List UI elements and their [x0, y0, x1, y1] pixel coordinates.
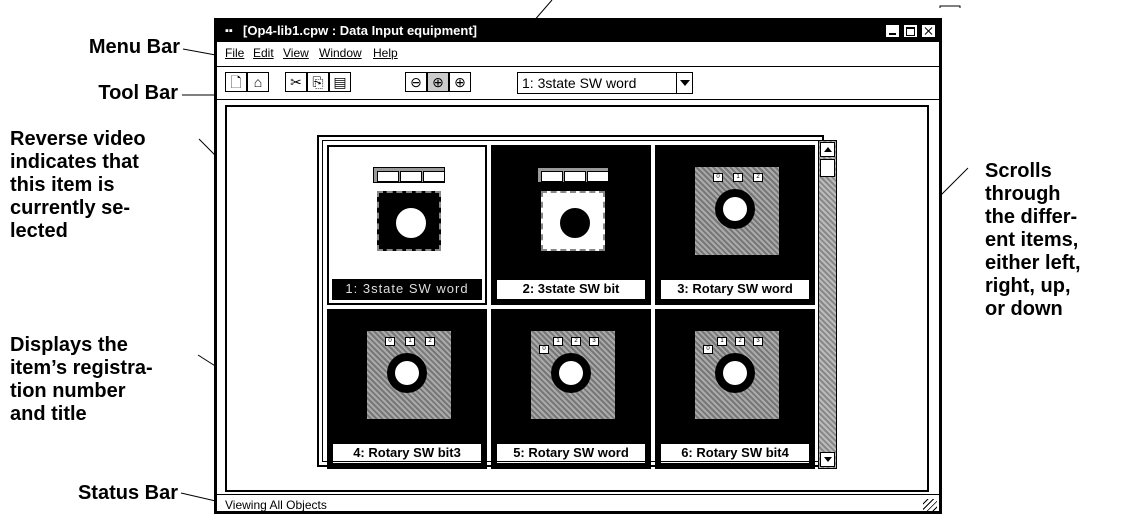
menu-edit[interactable]: Edit	[253, 46, 274, 60]
three-state-switch-icon	[537, 167, 609, 257]
menu-file[interactable]: File	[225, 46, 244, 60]
scroll-up-button[interactable]	[820, 142, 835, 157]
annotation-status-bar: Status Bar	[77, 482, 178, 504]
status-bar: Viewing All Objects	[217, 494, 939, 515]
menu-help[interactable]: Help	[373, 46, 398, 60]
vertical-scrollbar[interactable]	[818, 140, 837, 469]
chevron-down-icon[interactable]	[676, 73, 692, 93]
open-folder-icon[interactable]: ⌂	[247, 72, 269, 92]
three-state-switch-icon	[373, 167, 445, 257]
paste-icon[interactable]: ▤	[329, 72, 351, 92]
app-icon[interactable]: ▪▪	[225, 25, 233, 37]
annotation-displays-title: Displays the item’s registra- tion numbe…	[10, 334, 153, 425]
app-window: ▪▪ [Op4-lib1.cpw : Data Input equipment]…	[214, 18, 942, 514]
item-grid: 1: 3state SW word 2: 3state SW bit 012 3…	[317, 135, 837, 469]
new-file-icon[interactable]: 🗋	[225, 72, 247, 92]
cut-icon[interactable]: ✂	[285, 72, 307, 92]
annotation-tool-bar: Tool Bar	[98, 82, 178, 104]
annotation-menu-bar: Menu Bar	[88, 36, 180, 58]
item-select-value: 1: 3state SW word	[522, 75, 637, 91]
resize-grip[interactable]	[923, 499, 937, 513]
copy-icon[interactable]: ⎘	[307, 72, 329, 92]
maximize-button[interactable]	[903, 24, 918, 38]
item-select-dropdown[interactable]: 1: 3state SW word	[517, 72, 693, 94]
item-tile-1[interactable]: 1: 3state SW word	[327, 145, 487, 305]
item-label: 4: Rotary SW bit3	[332, 443, 482, 464]
menu-window[interactable]: Window	[319, 46, 362, 60]
item-tile-6[interactable]: 0123 6: Rotary SW bit4	[655, 309, 815, 469]
menu-view[interactable]: View	[283, 46, 309, 60]
item-label: 2: 3state SW bit	[496, 279, 646, 300]
zoom-out-icon[interactable]: ⊖	[405, 72, 427, 92]
item-label: 6: Rotary SW bit4	[660, 443, 810, 464]
tool-bar: 🗋 ⌂ ✂ ⎘ ▤ ⊖ ⊕ ⊕ 1: 3state SW word	[217, 66, 939, 100]
scroll-thumb[interactable]	[820, 159, 835, 177]
item-label: 3: Rotary SW word	[660, 279, 810, 300]
item-label: 1: 3state SW word	[332, 279, 482, 300]
annotation-reverse-video: Reverse video indicates that this item i…	[10, 128, 146, 242]
rotary-switch-icon: 0123	[695, 331, 779, 419]
title-bar[interactable]: ▪▪ [Op4-lib1.cpw : Data Input equipment]	[217, 21, 939, 42]
rotary-switch-icon: 012	[367, 331, 451, 419]
annotation-scrolls: Scrolls through the differ- ent items, e…	[985, 160, 1081, 320]
rotary-switch-icon: 0123	[531, 331, 615, 419]
status-text: Viewing All Objects	[225, 498, 327, 512]
item-tile-5[interactable]: 0123 5: Rotary SW word	[491, 309, 651, 469]
item-tile-2[interactable]: 2: 3state SW bit	[491, 145, 651, 305]
item-tile-3[interactable]: 012 3: Rotary SW word	[655, 145, 815, 305]
minimize-button[interactable]	[885, 24, 900, 38]
zoom-in-icon[interactable]: ⊕	[449, 72, 471, 92]
menu-bar: File Edit View Window Help	[217, 42, 939, 62]
item-label: 5: Rotary SW word	[496, 443, 646, 464]
item-tile-4[interactable]: 012 4: Rotary SW bit3	[327, 309, 487, 469]
close-button[interactable]	[921, 24, 936, 38]
window-title: [Op4-lib1.cpw : Data Input equipment]	[243, 23, 477, 38]
scroll-down-button[interactable]	[820, 452, 835, 467]
zoom-normal-icon[interactable]: ⊕	[427, 72, 449, 92]
rotary-switch-icon: 012	[695, 167, 779, 255]
item-viewer: 1: 3state SW word 2: 3state SW bit 012 3…	[225, 105, 929, 492]
